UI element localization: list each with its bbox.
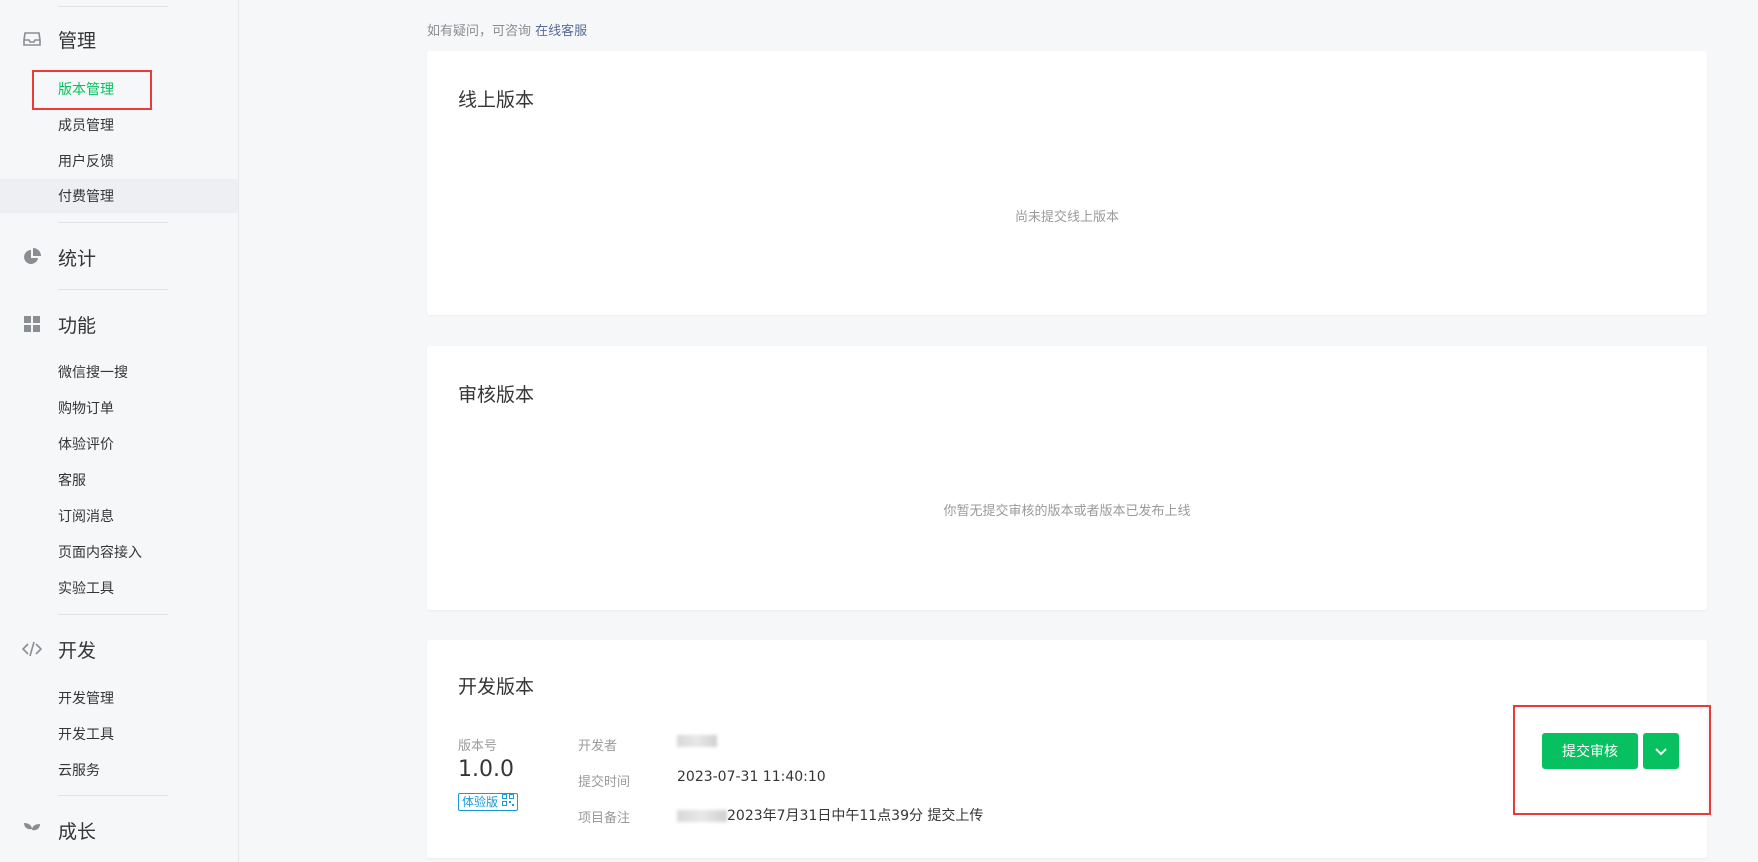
- dev-version-title: 开发版本: [458, 676, 535, 698]
- review-version-empty: 你暂无提交审核的版本或者版本已发布上线: [943, 504, 1191, 519]
- sidebar-item-reviews[interactable]: 体验评价: [0, 427, 238, 461]
- sidebar-item-payment[interactable]: 付费管理: [0, 179, 238, 213]
- pie-chart-icon: [22, 247, 42, 267]
- code-icon: [22, 639, 42, 659]
- inbox-icon: [22, 29, 42, 49]
- version-number: 1.0.0: [458, 757, 514, 782]
- submit-time-label: 提交时间: [578, 775, 631, 790]
- sidebar-item-dev-tools[interactable]: 开发工具: [0, 717, 238, 751]
- sidebar-item-lab[interactable]: 实验工具: [0, 571, 238, 605]
- sidebar: 管理 版本管理 成员管理 用户反馈 付费管理 统计 功能 微信搜一搜 购物订单 …: [0, 0, 239, 862]
- version-label: 版本号: [458, 739, 498, 754]
- redacted-text: [677, 810, 727, 822]
- trial-badge[interactable]: 体验版: [458, 793, 519, 811]
- sidebar-item-cloud[interactable]: 云服务: [0, 753, 238, 787]
- online-version-empty: 尚未提交线上版本: [1014, 210, 1119, 225]
- sidebar-item-wechat-search[interactable]: 微信搜一搜: [0, 355, 238, 389]
- sidebar-item-dev-manage[interactable]: 开发管理: [0, 681, 238, 715]
- sidebar-item-subscribe[interactable]: 订阅消息: [0, 499, 238, 533]
- online-version-card: 线上版本 尚未提交线上版本: [427, 51, 1707, 315]
- section-stats-label: 统计: [58, 247, 97, 270]
- review-version-title: 审核版本: [458, 384, 535, 406]
- trial-badge-label: 体验版: [462, 795, 499, 809]
- divider: [58, 289, 168, 290]
- developer-label: 开发者: [578, 739, 618, 754]
- developer-name-redacted: [677, 733, 717, 749]
- divider: [58, 222, 168, 223]
- section-manage-label: 管理: [58, 29, 97, 52]
- highlight-box: [32, 70, 152, 110]
- online-service-link[interactable]: 在线客服: [535, 24, 587, 39]
- sidebar-item-orders[interactable]: 购物订单: [0, 391, 238, 425]
- qr-code-icon: [502, 794, 515, 810]
- help-notice: 如有疑问，可咨询 在线客服: [427, 20, 587, 39]
- note-label: 项目备注: [578, 811, 631, 826]
- note-value: 2023年7月31日中午11点39分 提交上传: [677, 805, 983, 825]
- review-version-card: 审核版本 你暂无提交审核的版本或者版本已发布上线: [427, 346, 1707, 610]
- submit-time-value: 2023-07-31 11:40:10: [677, 769, 826, 785]
- divider: [58, 614, 168, 615]
- help-notice-text: 如有疑问，可咨询: [427, 24, 532, 39]
- sidebar-item-content[interactable]: 页面内容接入: [0, 535, 238, 569]
- note-text: 2023年7月31日中午11点39分 提交上传: [727, 808, 984, 824]
- divider: [58, 6, 168, 7]
- divider: [58, 795, 168, 796]
- sprout-icon: [22, 820, 42, 840]
- sidebar-item-feedback[interactable]: 用户反馈: [0, 144, 238, 178]
- sidebar-item-service[interactable]: 客服: [0, 463, 238, 497]
- sidebar-item-members[interactable]: 成员管理: [0, 108, 238, 142]
- highlight-box-submit: [1513, 705, 1711, 815]
- section-dev-label: 开发: [58, 639, 97, 662]
- section-growth-label: 成长: [58, 820, 97, 843]
- online-version-title: 线上版本: [458, 89, 535, 111]
- grid-icon: [22, 314, 42, 334]
- section-features-label: 功能: [58, 314, 97, 337]
